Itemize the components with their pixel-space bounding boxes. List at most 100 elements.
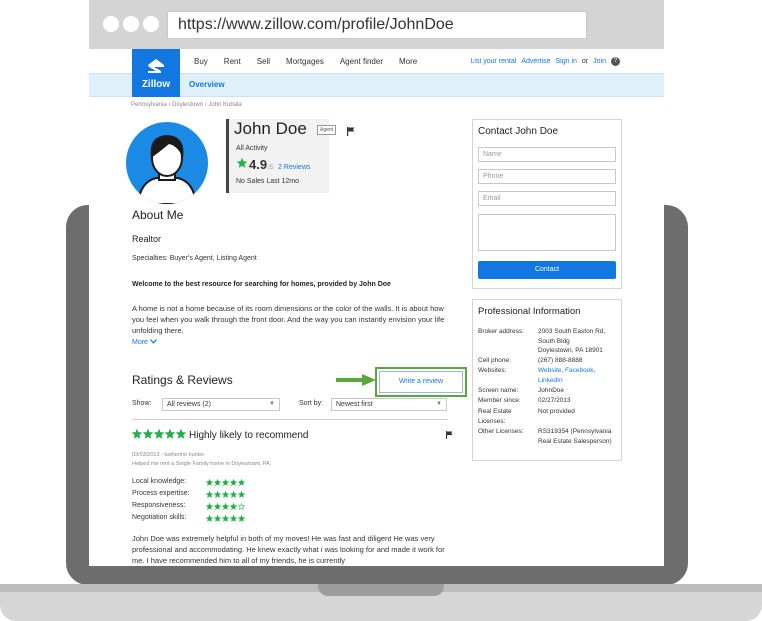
zillow-logo[interactable]: Zillow xyxy=(132,49,180,97)
show-label: Show: xyxy=(132,400,152,407)
more-link[interactable]: More xyxy=(132,339,157,346)
star-icon xyxy=(222,515,229,522)
show-filter-value: All reviews (2) xyxy=(167,401,211,408)
star-icon xyxy=(154,429,164,439)
review-headline: Highly likely to recommend xyxy=(189,430,309,441)
list-rental-link[interactable]: List your rental xyxy=(470,58,516,65)
re-licenses-value: Not provided xyxy=(538,408,575,415)
top-nav: Zillow Buy Rent Sell Mortgages Agent fin… xyxy=(89,49,664,97)
contact-button[interactable]: Contact xyxy=(478,261,616,279)
cell-label: Cell phone: xyxy=(478,357,511,364)
review-body: John Doe was extremely helpful in both o… xyxy=(132,534,445,565)
window-maximize-dot[interactable] xyxy=(143,16,159,32)
subrating-label: Negotiation skills: xyxy=(132,514,187,521)
sort-label: Sort by: xyxy=(299,400,324,407)
specialties: Specialties: Buyer's Agent, Listing Agen… xyxy=(132,255,257,262)
person-icon xyxy=(136,135,198,204)
subrating-stars xyxy=(206,515,246,522)
breadcrumb: Pennsylvania › Doylestown › John Kubala xyxy=(131,102,242,108)
sign-in-link[interactable]: Sign in xyxy=(556,58,577,65)
star-icon xyxy=(206,479,213,486)
websites-label: Websites: xyxy=(478,367,507,374)
broker-address: 2003 South Easton Rd, South Bldg Doylest… xyxy=(538,327,620,356)
star-icon xyxy=(176,429,186,439)
nav-rent[interactable]: Rent xyxy=(224,57,241,66)
agent-name: John Doe xyxy=(234,119,307,138)
star-icon xyxy=(214,491,221,498)
tab-overview[interactable]: Overview xyxy=(189,74,225,96)
other-licenses-label: Other Licenses: xyxy=(478,428,524,435)
about-title: About Me xyxy=(132,208,184,222)
subrating-stars xyxy=(206,479,246,486)
member-since-value: 02/27/2013 xyxy=(538,397,571,404)
re-licenses-label: Real Estate Licenses: xyxy=(478,408,512,425)
message-textarea[interactable] xyxy=(478,214,616,251)
sort-value: Newest first xyxy=(336,401,373,408)
write-review-button[interactable]: Write a review xyxy=(379,371,463,393)
nav-links: Buy Rent Sell Mortgages Agent finder Mor… xyxy=(194,49,433,73)
contact-title: Contact John Doe xyxy=(478,126,559,137)
broker-label: Broker address: xyxy=(478,328,524,335)
avatar xyxy=(126,122,208,204)
name-field[interactable]: Name xyxy=(478,147,616,162)
address-bar[interactable]: https://www.zillow.com/profile/JohnDoe xyxy=(167,11,587,39)
star-icon xyxy=(230,479,237,486)
email-field[interactable]: Email xyxy=(478,191,616,206)
browser-chrome: https://www.zillow.com/profile/JohnDoe xyxy=(89,0,664,49)
caret-down-icon: ▼ xyxy=(436,401,442,407)
help-icon[interactable]: ? xyxy=(611,56,620,66)
subrating-label: Responsiveness: xyxy=(132,502,186,509)
sort-select[interactable]: Newest first ▼ xyxy=(331,398,447,411)
agent-role: Realtor xyxy=(132,234,162,244)
phone-field[interactable]: Phone xyxy=(478,169,616,184)
screen-name-value: JohnDoe xyxy=(538,387,565,394)
welcome-heading: Welcome to the best resource for searchi… xyxy=(132,281,391,288)
star-icon xyxy=(238,479,245,486)
linkedin-link[interactable]: LinkedIn xyxy=(538,377,563,384)
star-icon xyxy=(214,503,221,510)
screenshot-stage: https://www.zillow.com/profile/JohnDoe Z… xyxy=(0,0,762,621)
browser-window: https://www.zillow.com/profile/JohnDoe Z… xyxy=(89,0,664,566)
star-icon xyxy=(230,503,237,510)
cell-value: (267) 888-8888 xyxy=(538,357,583,364)
member-since-label: Member since: xyxy=(478,397,521,404)
nav-buy[interactable]: Buy xyxy=(194,57,208,66)
laptop-notch xyxy=(318,584,444,596)
review-meta: 03/03/2013 - katherine hunter xyxy=(132,452,205,458)
star-icon xyxy=(222,479,229,486)
flag-icon[interactable] xyxy=(347,127,355,136)
star-outline-icon xyxy=(238,503,245,510)
professional-info-title: Professional Information xyxy=(478,306,581,317)
divider xyxy=(132,419,448,420)
ratings-title: Ratings & Reviews xyxy=(132,373,233,387)
logo-text: Zillow xyxy=(141,79,171,90)
window-minimize-dot[interactable] xyxy=(123,16,139,32)
website-link[interactable]: Website xyxy=(538,367,561,374)
nav-agent-finder[interactable]: Agent finder xyxy=(340,57,383,66)
broker-line: 2003 South Easton Rd, xyxy=(538,328,606,335)
more-label: More xyxy=(132,339,148,346)
flag-icon[interactable] xyxy=(446,431,453,439)
nav-more[interactable]: More xyxy=(399,57,417,66)
star-icon xyxy=(230,491,237,498)
advertise-link[interactable]: Advertise xyxy=(521,58,550,65)
star-icon xyxy=(214,479,221,486)
subrating-stars xyxy=(206,491,246,498)
caret-down-icon: ▼ xyxy=(269,401,275,407)
star-icon xyxy=(236,157,248,168)
subrating-stars xyxy=(206,503,246,510)
nav-sell[interactable]: Sell xyxy=(257,57,270,66)
nav-mortgages[interactable]: Mortgages xyxy=(286,57,324,66)
rating-summary: 4.9 /5 2 Reviews xyxy=(236,157,310,172)
broker-line: Doylestown, PA 18901 xyxy=(538,347,603,354)
show-filter-select[interactable]: All reviews (2) ▼ xyxy=(162,398,280,411)
star-icon xyxy=(132,429,142,439)
other-licenses-value: RS319354 (Pennsylvania Real Estate Sales… xyxy=(538,428,612,445)
join-link[interactable]: Join xyxy=(593,58,606,65)
subrating-label: Process expertise: xyxy=(132,490,190,497)
window-close-dot[interactable] xyxy=(103,16,119,32)
reviews-link[interactable]: 2 Reviews xyxy=(278,164,310,171)
zillow-logo-icon xyxy=(148,59,164,73)
facebook-link[interactable]: Facebook xyxy=(565,367,594,374)
subrating-label: Local knowledge: xyxy=(132,478,187,485)
